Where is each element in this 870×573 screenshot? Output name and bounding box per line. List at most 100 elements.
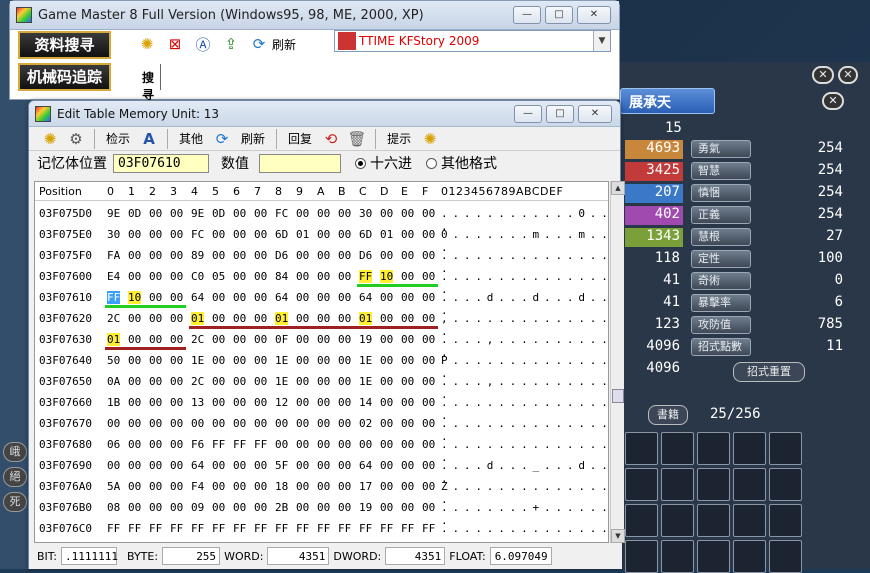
byte-cell[interactable]: 00: [212, 312, 225, 325]
byte-cell[interactable]: 2B: [275, 501, 288, 514]
byte-cell[interactable]: 00: [401, 249, 414, 262]
byte-cell[interactable]: 00: [296, 291, 309, 304]
byte-cell[interactable]: 00: [422, 438, 435, 451]
sun-icon[interactable]: ✺: [39, 128, 61, 150]
sun-icon[interactable]: ✺: [136, 33, 158, 55]
byte-cell[interactable]: 00: [233, 270, 246, 283]
byte-cell[interactable]: 00: [380, 396, 393, 409]
byte-cell[interactable]: 00: [212, 501, 225, 514]
byte-cell[interactable]: 00: [380, 291, 393, 304]
table-row[interactable]: 03F076B0 08 00 00 00 09 00 00 00 2B 00 00 00 19 00 00 00…: [35, 497, 608, 527]
byte-cell[interactable]: 00: [128, 417, 141, 430]
byte-cell[interactable]: D6: [359, 249, 372, 262]
table-row[interactable]: 03F075E0 30 00 00 00 FC 00 00 00 6D 01 00 00 6D 01 00 00…: [35, 224, 608, 254]
byte-cell[interactable]: 00: [380, 459, 393, 472]
code-trace-button[interactable]: 机械码追踪: [18, 63, 111, 91]
edit-close-button[interactable]: ✕: [578, 105, 612, 123]
byte-cell[interactable]: 00: [401, 291, 414, 304]
byte-cell[interactable]: 00: [128, 480, 141, 493]
byte-cell[interactable]: 00: [170, 270, 183, 283]
byte-cell[interactable]: 00: [380, 312, 393, 325]
byte-cell[interactable]: FF: [422, 522, 435, 535]
byte-cell[interactable]: 00: [254, 312, 267, 325]
byte-cell[interactable]: 00: [212, 291, 225, 304]
byte-cell[interactable]: 00: [338, 354, 351, 367]
byte-cell[interactable]: 00: [107, 459, 120, 472]
byte-cell[interactable]: 9E: [107, 207, 120, 220]
byte-cell[interactable]: 50: [107, 354, 120, 367]
byte-cell[interactable]: FF: [233, 522, 246, 535]
byte-cell[interactable]: 00: [338, 459, 351, 472]
table-row[interactable]: 03F076C0 FF FF FF FF FF FF FF FF FF FF FF FF FF FF FF FF…: [35, 518, 608, 542]
byte-cell[interactable]: 00: [317, 459, 330, 472]
byte-cell[interactable]: 00: [338, 270, 351, 283]
byte-cell[interactable]: 00: [380, 501, 393, 514]
game-left-button-3[interactable]: 死: [3, 492, 27, 512]
byte-cell[interactable]: 5A: [107, 480, 120, 493]
check-button[interactable]: 检示: [106, 130, 130, 147]
table-row[interactable]: 03F075D0 9E 0D 00 00 9E 0D 00 00 FC 00 00 00 30 00 00 00…: [35, 203, 608, 233]
byte-cell[interactable]: 00: [170, 417, 183, 430]
refresh-icon[interactable]: ⟳: [248, 33, 270, 55]
byte-cell[interactable]: 00: [233, 333, 246, 346]
byte-cell[interactable]: 00: [380, 333, 393, 346]
byte-cell[interactable]: 2C: [191, 375, 204, 388]
byte-cell[interactable]: FF: [254, 438, 267, 451]
byte-cell[interactable]: FF: [338, 522, 351, 535]
byte-cell[interactable]: 00: [296, 396, 309, 409]
byte-cell[interactable]: 00: [170, 438, 183, 451]
inventory-slot[interactable]: [769, 468, 802, 501]
address-input[interactable]: [113, 153, 209, 173]
byte-cell[interactable]: 5F: [275, 459, 288, 472]
byte-cell[interactable]: 00: [317, 501, 330, 514]
byte-cell[interactable]: FF: [170, 522, 183, 535]
byte-cell[interactable]: 00: [338, 417, 351, 430]
byte-cell[interactable]: 6D: [359, 228, 372, 241]
byte-cell[interactable]: 00: [422, 375, 435, 388]
inventory-slot[interactable]: [697, 540, 730, 573]
byte-cell[interactable]: 00: [380, 354, 393, 367]
edit-maximize-button[interactable]: □: [546, 105, 574, 123]
table-row[interactable]: 03F076A0 5A 00 00 00 F4 00 00 00 18 00 00 00 17 00 00 00…: [35, 476, 608, 506]
byte-cell[interactable]: 64: [191, 459, 204, 472]
byte-cell[interactable]: 00: [170, 480, 183, 493]
inventory-slot[interactable]: [661, 540, 694, 573]
byte-cell[interactable]: 00: [170, 333, 183, 346]
radio-hex[interactable]: 十六进: [355, 153, 412, 173]
byte-cell[interactable]: 00: [233, 312, 246, 325]
byte-cell[interactable]: 00: [233, 228, 246, 241]
byte-cell[interactable]: 00: [380, 375, 393, 388]
byte-cell[interactable]: FF: [275, 522, 288, 535]
char-panel-close-icon[interactable]: ✕: [822, 92, 844, 110]
inventory-slot[interactable]: [733, 540, 766, 573]
byte-cell[interactable]: 00: [317, 417, 330, 430]
byte-cell[interactable]: 00: [191, 417, 204, 430]
byte-cell[interactable]: 00: [254, 333, 267, 346]
byte-cell[interactable]: 00: [149, 354, 162, 367]
inventory-slot[interactable]: [625, 468, 658, 501]
byte-cell[interactable]: 1E: [275, 375, 288, 388]
byte-cell[interactable]: 02: [359, 417, 372, 430]
byte-cell[interactable]: 00: [170, 312, 183, 325]
byte-cell[interactable]: 64: [275, 291, 288, 304]
byte-cell[interactable]: 2C: [191, 333, 204, 346]
byte-cell[interactable]: 00: [296, 417, 309, 430]
byte-cell[interactable]: 00: [212, 249, 225, 262]
byte-cell[interactable]: 00: [317, 270, 330, 283]
byte-cell[interactable]: 00: [317, 354, 330, 367]
byte-cell[interactable]: FF: [380, 522, 393, 535]
byte-cell[interactable]: 30: [107, 228, 120, 241]
inventory-slot[interactable]: [733, 432, 766, 465]
scroll-thumb[interactable]: [612, 389, 624, 403]
byte-cell[interactable]: 00: [254, 249, 267, 262]
minimize-button[interactable]: —: [513, 6, 541, 24]
byte-cell[interactable]: 00: [107, 417, 120, 430]
byte-cell[interactable]: 00: [233, 459, 246, 472]
byte-cell[interactable]: 08: [107, 501, 120, 514]
byte-cell[interactable]: 00: [296, 375, 309, 388]
vertical-scrollbar[interactable]: ▲ ▼: [610, 181, 625, 543]
byte-cell[interactable]: 10: [128, 291, 142, 304]
byte-cell[interactable]: 00: [233, 501, 246, 514]
byte-cell[interactable]: FF: [212, 522, 225, 535]
byte-cell[interactable]: 0A: [107, 375, 120, 388]
